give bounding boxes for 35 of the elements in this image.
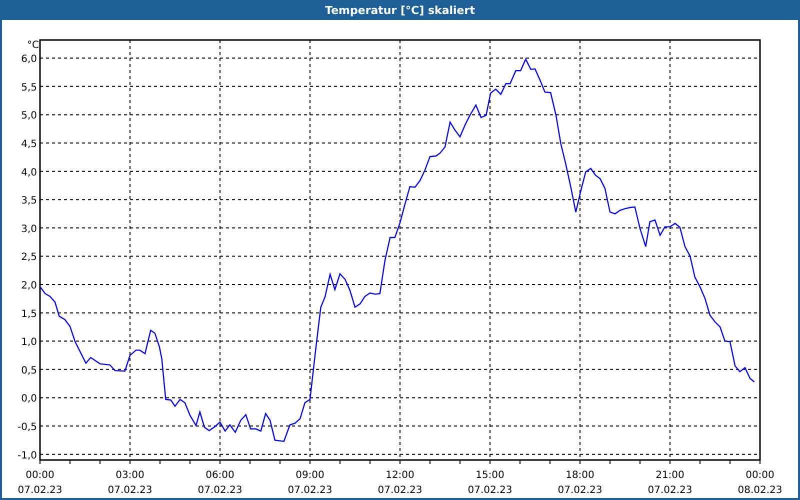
y-axis-label: 5,0 [21,110,37,122]
y-axis-label: 2,0 [21,280,37,292]
x-axis-date-label: 08.02.23 [738,485,782,496]
y-axis-label: 4,5 [21,139,37,150]
window-title: Temperatur [°C] skaliert [325,4,475,16]
x-axis-date-label: 07.02.23 [198,485,242,496]
y-axis-label: 4,0 [21,167,37,178]
x-axis-time-label: 03:00 [116,470,144,481]
x-axis-time-label: 06:00 [206,470,234,481]
y-axis-label: 1,0 [21,337,37,348]
y-axis-label: 3,0 [21,224,37,235]
x-axis-date-label: 07.02.23 [468,485,512,496]
y-axis-unit-label: °C [27,40,39,51]
x-axis-time-label: 12:00 [386,470,414,481]
x-axis-time-label: 09:00 [296,470,324,481]
y-axis-label: 5,5 [21,82,37,94]
y-axis-label: 3,5 [21,196,37,207]
x-axis-time-label: 00:00 [746,470,774,481]
y-axis-label: 1,5 [21,308,37,320]
x-axis-date-label: 07.02.23 [288,485,332,496]
x-axis-date-label: 07.02.23 [18,485,62,496]
x-axis-time-label: 15:00 [476,470,504,481]
y-axis-label: 6,0 [21,54,37,66]
y-axis-label: 2,5 [21,252,37,264]
x-axis-date-label: 07.02.23 [378,485,422,496]
y-axis-label: -1,0 [17,450,37,462]
y-axis-label: 0,5 [21,365,37,376]
x-axis-time-label: 00:00 [26,470,54,481]
y-axis-label: 0,0 [21,394,37,405]
x-axis-date-label: 07.02.23 [108,485,152,496]
x-axis-date-label: 07.02.23 [558,485,602,496]
x-axis-time-label: 18:00 [566,470,594,481]
x-axis-time-label: 21:00 [656,470,684,481]
y-axis-label: -0,5 [17,422,37,434]
x-axis-date-label: 07.02.23 [648,485,692,496]
